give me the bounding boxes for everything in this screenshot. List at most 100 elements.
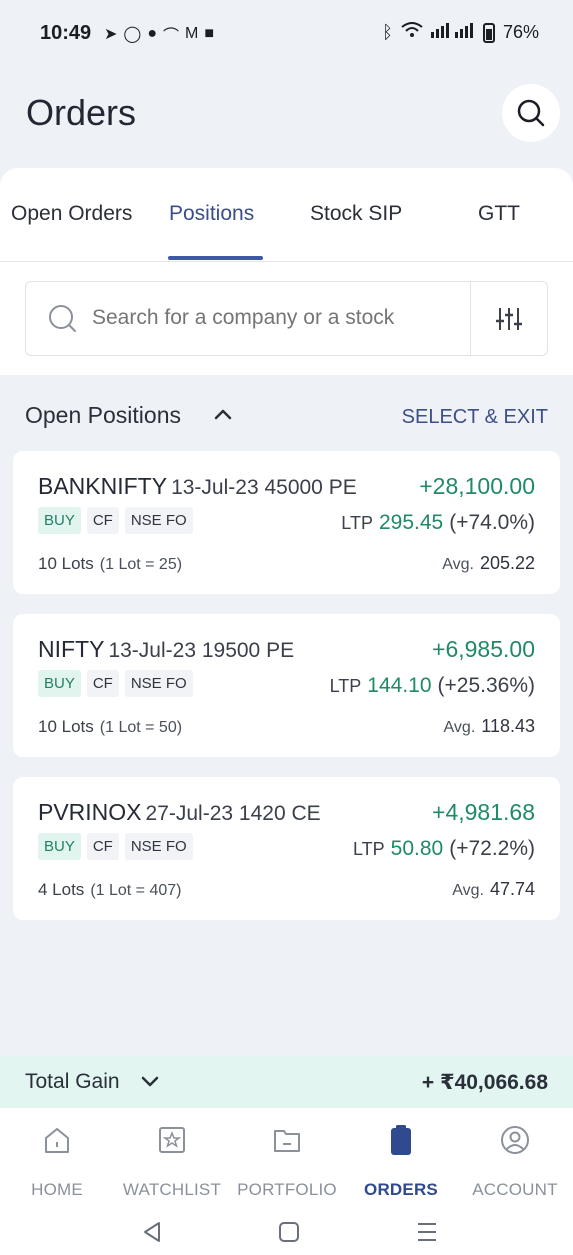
contract: 13-Jul-23 45000 PE bbox=[171, 476, 357, 499]
app-icon: ■ bbox=[204, 25, 214, 42]
lots-count: 4 Lots bbox=[38, 880, 85, 899]
search-box bbox=[25, 281, 548, 356]
lot-size: (1 Lot = 407) bbox=[90, 882, 182, 899]
nav-portfolio[interactable]: PORTFOLIO bbox=[232, 1122, 342, 1200]
exchange-tag: NSE FO bbox=[124, 670, 193, 697]
buy-tag: BUY bbox=[38, 507, 81, 534]
avg-label: Avg. bbox=[442, 556, 474, 573]
select-exit-button[interactable]: SELECT & EXIT bbox=[402, 406, 548, 429]
battery-icon bbox=[482, 22, 495, 43]
nav-home[interactable]: HOME bbox=[2, 1122, 112, 1200]
nav-label: WATCHLIST bbox=[122, 1180, 222, 1199]
buy-tag: BUY bbox=[38, 670, 81, 697]
recent-apps-icon[interactable] bbox=[415, 1220, 439, 1244]
contract: 13-Jul-23 19500 PE bbox=[108, 639, 295, 662]
position-card[interactable]: PVRINOX 27-Jul-23 1420 CE +4,981.68 BUY … bbox=[13, 777, 560, 920]
exchange-tag: NSE FO bbox=[124, 507, 193, 534]
lot-size: (1 Lot = 25) bbox=[99, 556, 183, 573]
page-title: Orders bbox=[26, 92, 137, 133]
tags: BUY CF NSE FO bbox=[38, 507, 193, 534]
symbol: NIFTY bbox=[38, 636, 105, 662]
ltp-value: 50.80 bbox=[390, 837, 444, 860]
tab-positions[interactable]: Positions bbox=[169, 202, 254, 226]
avg-value: 118.43 bbox=[481, 716, 535, 736]
nav-label: PORTFOLIO bbox=[237, 1180, 337, 1199]
home-icon bbox=[45, 1128, 69, 1153]
cf-tag: CF bbox=[86, 833, 119, 860]
lots: 10 Lots (1 Lot = 50) bbox=[38, 717, 182, 737]
lot-size: (1 Lot = 50) bbox=[99, 719, 183, 736]
back-icon[interactable] bbox=[141, 1220, 163, 1244]
ltp: LTP 295.45 (+74.0%) bbox=[341, 511, 535, 535]
ltp: LTP 50.80 (+72.2%) bbox=[353, 837, 535, 861]
symbol-line: BANKNIFTY 13-Jul-23 45000 PE bbox=[38, 473, 357, 500]
notification-icons: ➤ ◯ ● ⌒ M ■ bbox=[104, 22, 214, 46]
tab-stock-sip[interactable]: Stock SIP bbox=[310, 202, 402, 226]
cf-tag: CF bbox=[86, 507, 119, 534]
search-button[interactable] bbox=[502, 84, 560, 142]
chat-icon: ● bbox=[147, 25, 157, 42]
symbol: PVRINOX bbox=[38, 799, 142, 825]
nav-watchlist[interactable]: WATCHLIST bbox=[117, 1122, 227, 1200]
lots: 4 Lots (1 Lot = 407) bbox=[38, 880, 181, 900]
buy-tag: BUY bbox=[38, 833, 81, 860]
tags: BUY CF NSE FO bbox=[38, 833, 193, 860]
pnl-value: +6,985.00 bbox=[432, 636, 535, 662]
status-time: 10:49 bbox=[40, 22, 92, 44]
ltp-change: (+25.36%) bbox=[437, 674, 535, 697]
symbol-line: PVRINOX 27-Jul-23 1420 CE bbox=[38, 799, 321, 826]
search-icon bbox=[49, 305, 76, 332]
ltp-label: LTP bbox=[341, 513, 373, 533]
user-icon bbox=[501, 1126, 529, 1154]
clipboard-icon bbox=[391, 1125, 411, 1155]
cf-tag: CF bbox=[86, 670, 119, 697]
contract: 27-Jul-23 1420 CE bbox=[145, 802, 321, 825]
symbol: BANKNIFTY bbox=[38, 473, 168, 499]
lots-count: 10 Lots bbox=[38, 554, 94, 573]
exchange-tag: NSE FO bbox=[124, 833, 193, 860]
positions-header: Open Positions SELECT & EXIT bbox=[25, 398, 548, 438]
ltp-value: 144.10 bbox=[367, 674, 432, 697]
nav-orders[interactable]: ORDERS bbox=[346, 1122, 456, 1200]
search-input[interactable] bbox=[92, 306, 462, 330]
avg-price: Avg. 47.74 bbox=[452, 879, 535, 900]
bottom-nav: HOME WATCHLIST PORTFOLIO ORDERS ACCOUNT bbox=[0, 1108, 573, 1212]
search-area bbox=[0, 262, 573, 375]
signal-icon bbox=[430, 22, 475, 43]
total-gain-label: Total Gain bbox=[25, 1070, 120, 1093]
tab-bar: Open Orders Positions Stock SIP GTT bbox=[0, 168, 573, 262]
gmail-icon: M bbox=[185, 25, 199, 42]
tab-open-orders[interactable]: Open Orders bbox=[11, 202, 132, 226]
chevron-up-icon[interactable] bbox=[213, 406, 233, 422]
tags: BUY CF NSE FO bbox=[38, 670, 193, 697]
home-nav-icon[interactable] bbox=[278, 1220, 300, 1244]
ltp-value: 295.45 bbox=[378, 511, 444, 534]
search-icon bbox=[517, 99, 545, 127]
position-card[interactable]: NIFTY 13-Jul-23 19500 PE +6,985.00 BUY C… bbox=[13, 614, 560, 757]
position-card[interactable]: BANKNIFTY 13-Jul-23 45000 PE +28,100.00 … bbox=[13, 451, 560, 594]
header: Orders bbox=[0, 68, 573, 168]
symbol-line: NIFTY 13-Jul-23 19500 PE bbox=[38, 636, 294, 663]
avg-value: 47.74 bbox=[489, 879, 535, 899]
system-status: ᛒ 76% bbox=[382, 22, 539, 43]
whatsapp-icon: ◯ bbox=[123, 26, 142, 43]
nav-label: ACCOUNT bbox=[472, 1180, 558, 1199]
avg-value: 205.22 bbox=[479, 553, 535, 573]
tab-gtt[interactable]: GTT bbox=[478, 202, 520, 226]
ltp-change: (+72.2%) bbox=[449, 837, 535, 860]
filter-icon[interactable] bbox=[496, 306, 522, 332]
system-navigation bbox=[0, 1212, 573, 1255]
avg-price: Avg. 205.22 bbox=[442, 553, 535, 574]
nav-label: ORDERS bbox=[364, 1180, 438, 1199]
chevron-down-icon[interactable] bbox=[140, 1074, 160, 1090]
telegram-icon: ➤ bbox=[104, 26, 118, 43]
open-positions-title[interactable]: Open Positions bbox=[25, 402, 181, 429]
lots: 10 Lots (1 Lot = 25) bbox=[38, 554, 182, 574]
lots-count: 10 Lots bbox=[38, 717, 94, 736]
nav-account[interactable]: ACCOUNT bbox=[460, 1122, 570, 1200]
wifi-icon bbox=[401, 22, 423, 43]
ltp-label: LTP bbox=[329, 676, 362, 696]
ltp-change: (+74.0%) bbox=[449, 511, 535, 534]
link-icon: ⌒ bbox=[162, 28, 179, 45]
total-gain-bar[interactable]: Total Gain + ₹40,066.68 bbox=[0, 1056, 573, 1108]
